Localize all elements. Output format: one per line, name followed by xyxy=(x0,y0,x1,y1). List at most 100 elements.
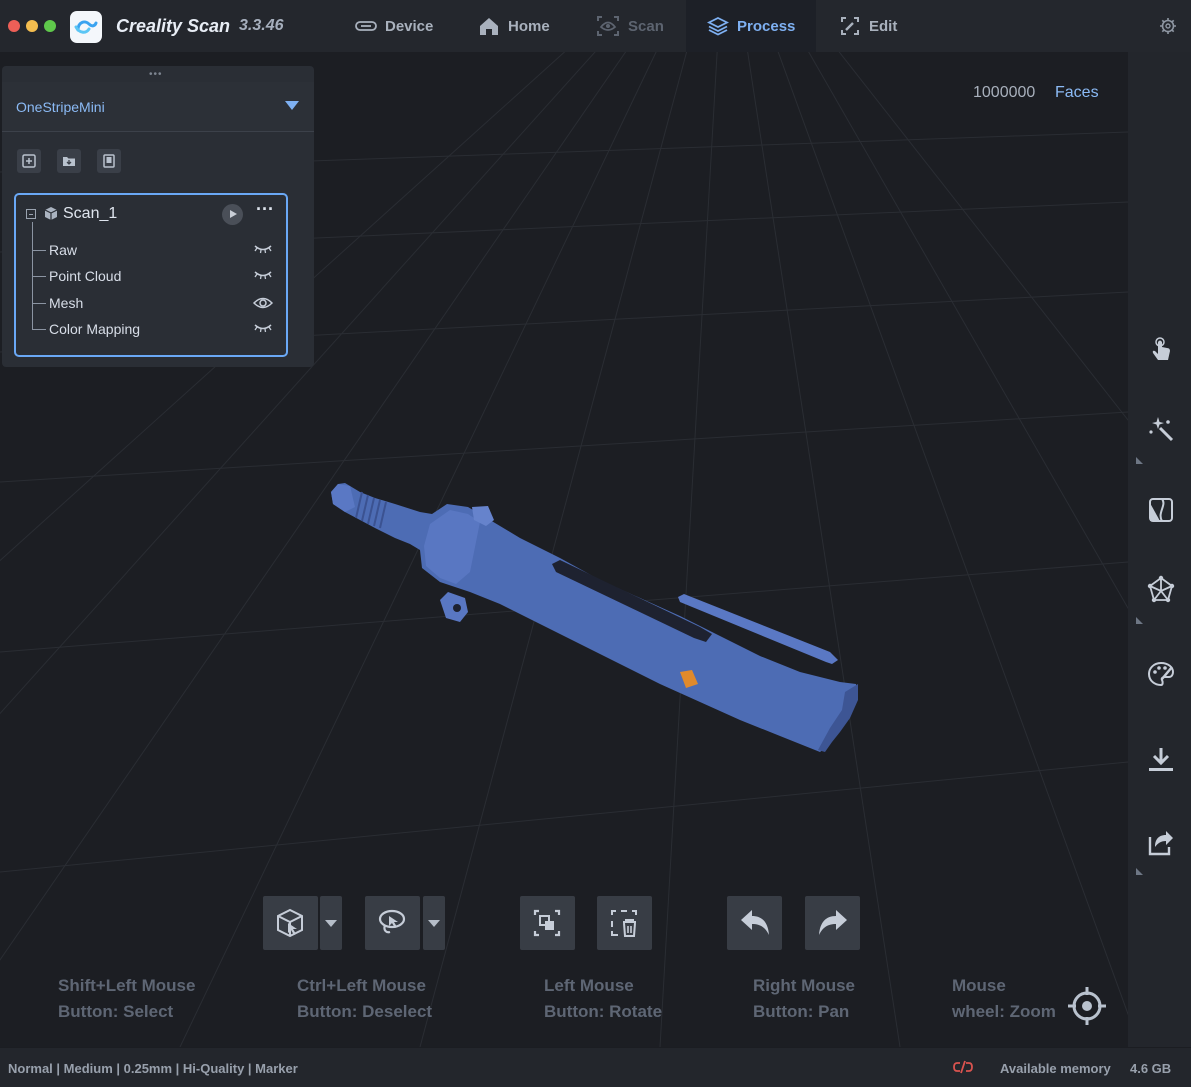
redo-button[interactable] xyxy=(805,896,860,950)
faces-count: 1000000 xyxy=(973,84,1036,101)
hint-line: Mouse xyxy=(952,976,1006,995)
select-all-icon xyxy=(533,909,561,937)
scan-icon xyxy=(597,16,619,36)
undo-icon xyxy=(741,910,769,935)
tree-branch xyxy=(32,250,46,251)
status-bar: Normal | Medium | 0.25mm | Hi-Quality | … xyxy=(0,1048,1191,1087)
project-dropdown[interactable]: OneStripeMini xyxy=(2,82,314,132)
layers-icon xyxy=(707,16,729,36)
eye-closed-icon[interactable] xyxy=(253,243,273,255)
device-icon xyxy=(355,21,377,31)
crosshair-icon[interactable] xyxy=(1066,985,1108,1027)
expand-corner[interactable] xyxy=(1136,868,1143,875)
project-panel: ••• OneStripeMini Scan_1 ··· Raw Point C… xyxy=(2,66,314,367)
undo-button[interactable] xyxy=(727,896,782,950)
hint-zoom: Mouse wheel: Zoom xyxy=(952,973,1056,1025)
hint-rotate: Left Mouse Button: Rotate xyxy=(544,973,662,1025)
tree-branch xyxy=(32,276,46,277)
touch-icon[interactable] xyxy=(1146,334,1176,364)
gear-icon[interactable] xyxy=(1159,17,1177,35)
tree-item-label: Point Cloud xyxy=(49,268,122,284)
cube-select-icon xyxy=(277,908,303,938)
close-window-button[interactable] xyxy=(8,20,20,32)
eye-open-icon[interactable] xyxy=(253,296,273,310)
tab-label: Device xyxy=(385,17,434,35)
lasso-icon xyxy=(378,909,406,934)
tree-item-point-cloud[interactable]: Point Cloud xyxy=(32,266,282,288)
hint-line: Right Mouse xyxy=(753,976,855,995)
scan-item[interactable]: Scan_1 ··· Raw Point Cloud Mesh Color Ma… xyxy=(14,193,288,357)
tab-label: Scan xyxy=(628,17,664,35)
lasso-dropdown[interactable] xyxy=(423,896,445,950)
cube-icon xyxy=(44,207,58,220)
new-project-button[interactable] xyxy=(17,149,41,173)
app-version: 3.3.46 xyxy=(239,17,284,34)
mesh-network-icon[interactable] xyxy=(1146,575,1176,605)
app-name: Creality Scan xyxy=(116,16,231,36)
tab-label: Edit xyxy=(869,17,898,35)
folder-icon xyxy=(63,157,75,166)
select-mode-button[interactable] xyxy=(263,896,318,950)
title-bar: Creality Scan 3.3.46 Device Home Scan Pr… xyxy=(0,0,1191,52)
tab-process[interactable]: Process xyxy=(686,0,816,52)
tree-branch xyxy=(32,329,46,330)
minimize-window-button[interactable] xyxy=(26,20,38,32)
select-mode-dropdown[interactable] xyxy=(320,896,342,950)
save-icon xyxy=(103,154,115,168)
delete-selection-button[interactable] xyxy=(597,896,652,950)
tab-device[interactable]: Device xyxy=(355,0,433,52)
app-window: Creality Scan 3.3.46 Device Home Scan Pr… xyxy=(0,0,1191,1087)
tree-item-color-mapping[interactable]: Color Mapping xyxy=(32,319,282,341)
hint-line: Ctrl+Left Mouse xyxy=(297,976,426,995)
panel-drag-handle[interactable]: ••• xyxy=(149,69,163,80)
home-icon xyxy=(480,18,498,35)
trash-select-icon xyxy=(611,910,637,937)
lasso-button[interactable] xyxy=(365,896,420,950)
tree-item-mesh[interactable]: Mesh xyxy=(32,293,282,315)
expand-corner[interactable] xyxy=(1136,617,1143,624)
caret-down-icon xyxy=(285,101,299,110)
tab-label: Process xyxy=(737,17,796,35)
collapse-icon[interactable] xyxy=(26,209,36,219)
tab-label: Home xyxy=(508,17,550,35)
hint-line: Button: Rotate xyxy=(544,1002,663,1021)
mirror-icon[interactable] xyxy=(1146,495,1176,525)
select-all-button[interactable] xyxy=(520,896,575,950)
palette-icon[interactable] xyxy=(1146,659,1176,689)
disconnected-icon xyxy=(953,1060,973,1074)
tab-edit[interactable]: Edit xyxy=(839,0,897,52)
play-button[interactable] xyxy=(222,204,243,225)
hint-line: wheel: Zoom xyxy=(952,1002,1056,1021)
eye-closed-icon[interactable] xyxy=(253,269,273,281)
tree-item-label: Mesh xyxy=(49,295,84,311)
save-project-button[interactable] xyxy=(97,149,121,173)
hint-line: Button: Select xyxy=(58,1002,174,1021)
scan-settings-status: Normal | Medium | 0.25mm | Hi-Quality | … xyxy=(8,1061,298,1076)
expand-corner[interactable] xyxy=(1136,457,1143,464)
tree-item-label: Color Mapping xyxy=(49,321,141,337)
hint-line: Button: Deselect xyxy=(297,1002,433,1021)
more-options-button[interactable]: ··· xyxy=(256,199,274,220)
right-toolbar xyxy=(1128,52,1191,1047)
scan-name: Scan_1 xyxy=(63,205,118,222)
hint-line: Left Mouse xyxy=(544,976,634,995)
download-icon[interactable] xyxy=(1146,745,1176,775)
faces-label: Faces xyxy=(1055,84,1099,101)
new-file-icon xyxy=(22,154,36,168)
hint-line: Shift+Left Mouse xyxy=(58,976,196,995)
tree-item-raw[interactable]: Raw xyxy=(32,240,282,262)
scanned-model[interactable] xyxy=(331,483,858,752)
maximize-window-button[interactable] xyxy=(44,20,56,32)
magic-wand-icon[interactable] xyxy=(1146,414,1176,444)
open-project-button[interactable] xyxy=(57,149,81,173)
tree-item-label: Raw xyxy=(49,242,78,258)
app-logo xyxy=(70,11,102,43)
tab-scan[interactable]: Scan xyxy=(596,0,664,52)
tab-home[interactable]: Home xyxy=(478,0,550,52)
hint-line: Button: Pan xyxy=(753,1002,850,1021)
eye-closed-icon[interactable] xyxy=(253,322,273,334)
project-name: OneStripeMini xyxy=(16,99,105,115)
share-icon[interactable] xyxy=(1146,828,1176,858)
tree-branch xyxy=(32,303,46,304)
memory-value: 4.6 GB xyxy=(1130,1061,1172,1076)
